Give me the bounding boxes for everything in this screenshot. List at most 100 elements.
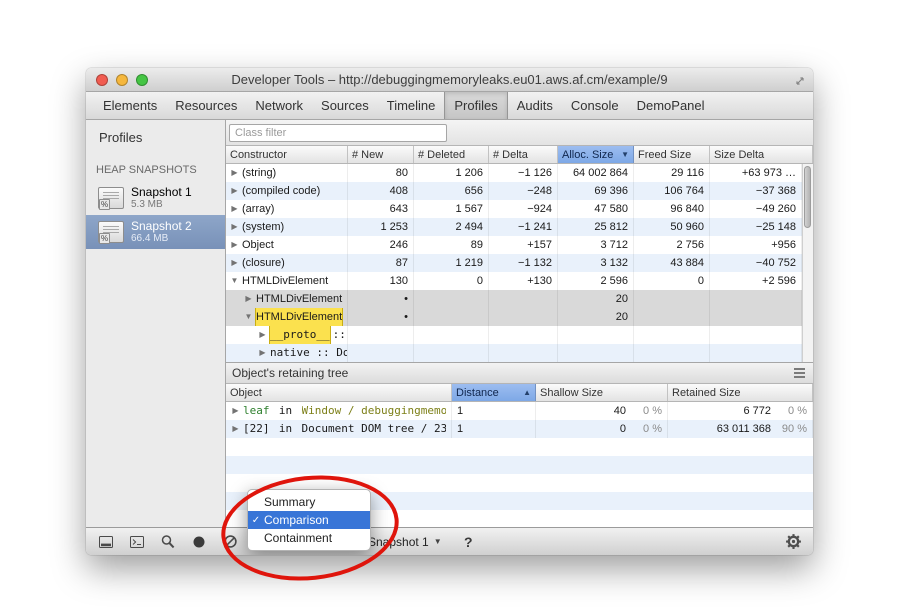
constructor-name: __proto__: [270, 326, 330, 344]
table-row[interactable]: ▶(closure)871 219−1 1323 13243 884−40 75…: [226, 254, 802, 272]
retained-size-value: 6 772: [673, 402, 771, 420]
table-row[interactable]: ▶Object24689+1573 7122 756+956: [226, 236, 802, 254]
retaining-tree-menu-icon[interactable]: [794, 368, 805, 378]
constructor-cell: ▼HTMLDivElement: [226, 308, 348, 326]
snapshot-name: Snapshot 1: [131, 185, 192, 199]
cell-size-delta: [710, 326, 802, 344]
object-connector: in: [272, 402, 298, 420]
disclosure-right-icon[interactable]: ▶: [244, 290, 253, 308]
snapshot-size: 5.3 MB: [131, 199, 192, 211]
vertical-scrollbar[interactable]: [802, 164, 813, 362]
disclosure-down-icon[interactable]: ▼: [244, 308, 253, 326]
retaining-row[interactable]: ▶[22] in Document DOM tree / 23100 %63 0…: [226, 420, 813, 438]
disclosure-right-icon[interactable]: ▶: [231, 420, 240, 438]
percent-badge: %: [99, 199, 110, 210]
cell-size-delta: −37 368: [710, 182, 802, 200]
retained-size-value: 63 011 368: [673, 420, 771, 438]
tab-profiles[interactable]: Profiles: [444, 92, 507, 119]
column-header-new[interactable]: # New: [348, 146, 414, 163]
column-header-object[interactable]: Object: [226, 384, 452, 401]
cell-freed: 43 884: [634, 254, 710, 272]
resize-icon[interactable]: [794, 74, 806, 92]
snapshot-size: 66.4 MB: [131, 233, 192, 245]
dock-side-icon[interactable]: [97, 533, 115, 551]
help-button[interactable]: ?: [464, 528, 473, 555]
console-icon[interactable]: [128, 533, 146, 551]
devtools-window: Developer Tools – http://debuggingmemory…: [86, 68, 813, 555]
settings-gear-icon[interactable]: [785, 533, 802, 550]
percent-badge: %: [99, 233, 110, 244]
cell-freed: 29 116: [634, 164, 710, 182]
constructor-name: HTMLDivElement: [256, 308, 342, 326]
cell-delta: −924: [489, 200, 558, 218]
column-header-distance[interactable]: Distance▲: [452, 384, 536, 401]
shallow-size-value: 40: [541, 402, 626, 420]
column-header-alloc-size[interactable]: Alloc. Size▼: [558, 146, 634, 163]
column-header-label: # Deleted: [418, 149, 465, 161]
tab-resources[interactable]: Resources: [166, 92, 246, 119]
table-row[interactable]: ▶(string)801 206−1 12664 002 86429 116+6…: [226, 164, 802, 182]
search-icon[interactable]: [159, 533, 177, 551]
scrollbar-thumb[interactable]: [804, 166, 811, 228]
cell-freed: 2 756: [634, 236, 710, 254]
sidebar-item-snapshot-2[interactable]: %Snapshot 266.4 MB: [86, 215, 225, 249]
tab-network[interactable]: Network: [246, 92, 312, 119]
constructor-cell: ▶(compiled code): [226, 182, 348, 200]
table-row[interactable]: ▼HTMLDivElement•20: [226, 308, 802, 326]
disclosure-right-icon[interactable]: ▶: [231, 402, 240, 420]
column-header-size-delta[interactable]: Size Delta: [710, 146, 813, 163]
tab-elements[interactable]: Elements: [94, 92, 166, 119]
cell-alloc: [558, 326, 634, 344]
retaining-tree-header: Object's retaining tree: [226, 362, 813, 384]
sort-arrow-icon: ▼: [618, 150, 629, 159]
minimize-button[interactable]: [116, 74, 128, 86]
column-header-freed-size[interactable]: Freed Size: [634, 146, 710, 163]
cell-new: 1 253: [348, 218, 414, 236]
cell-alloc: 20: [558, 290, 634, 308]
retained-size-cell: 63 011 36890 %: [668, 420, 813, 438]
table-row[interactable]: ▶HTMLDivElement•20: [226, 290, 802, 308]
record-profile-icon[interactable]: [190, 533, 208, 551]
disclosure-right-icon[interactable]: ▶: [230, 164, 239, 182]
cell-freed: [634, 308, 710, 326]
tab-audits[interactable]: Audits: [508, 92, 562, 119]
object-target: Document DOM tree / 23: [302, 420, 446, 438]
sidebar-item-snapshot-1[interactable]: % Snapshot 15.3 MB: [86, 181, 225, 215]
zoom-button[interactable]: [136, 74, 148, 86]
table-row[interactable]: ▶native :: Do: [226, 344, 802, 362]
column-header-delta[interactable]: # Delta: [489, 146, 558, 163]
column-header-retained-size[interactable]: Retained Size: [668, 384, 813, 401]
disclosure-down-icon[interactable]: ▼: [230, 272, 239, 290]
retaining-row[interactable]: ▶leaf in Window / debuggingmemo1400 %6 7…: [226, 402, 813, 420]
disclosure-right-icon[interactable]: ▶: [230, 236, 239, 254]
column-header-shallow-size[interactable]: Shallow Size: [536, 384, 668, 401]
constructor-name: (string): [242, 164, 276, 182]
content-area: Profiles HEAP SNAPSHOTS %Snapshot 15.3 M…: [86, 120, 813, 527]
tab-sources[interactable]: Sources: [312, 92, 378, 119]
disclosure-right-icon[interactable]: ▶: [230, 200, 239, 218]
disclosure-right-icon[interactable]: ▶: [230, 254, 239, 272]
disclosure-right-icon[interactable]: ▶: [258, 326, 267, 344]
close-button[interactable]: [96, 74, 108, 86]
tab-console[interactable]: Console: [562, 92, 628, 119]
tab-timeline[interactable]: Timeline: [378, 92, 445, 119]
cell-alloc: [558, 344, 634, 362]
cell-new: 408: [348, 182, 414, 200]
disclosure-right-icon[interactable]: ▶: [258, 344, 267, 362]
class-filter-input[interactable]: [229, 124, 447, 142]
cell-size-delta: −49 260: [710, 200, 802, 218]
constructor-name: (closure): [242, 254, 285, 272]
cell-alloc: 25 812: [558, 218, 634, 236]
table-row[interactable]: ▶(array)6431 567−92447 58096 840−49 260: [226, 200, 802, 218]
column-header-deleted[interactable]: # Deleted: [414, 146, 489, 163]
disclosure-right-icon[interactable]: ▶: [230, 182, 239, 200]
object-name: leaf: [243, 402, 269, 420]
table-row[interactable]: ▶(compiled code)408656−24869 396106 764−…: [226, 182, 802, 200]
column-header-constructor[interactable]: Constructor: [226, 146, 348, 163]
table-row[interactable]: ▶__proto__ ::: [226, 326, 802, 344]
disclosure-right-icon[interactable]: ▶: [230, 218, 239, 236]
tab-demopanel[interactable]: DemoPanel: [628, 92, 714, 119]
cell-new: •: [348, 290, 414, 308]
table-row[interactable]: ▶(system)1 2532 494−1 24125 81250 960−25…: [226, 218, 802, 236]
table-row[interactable]: ▼HTMLDivElement1300+1302 5960+2 596: [226, 272, 802, 290]
